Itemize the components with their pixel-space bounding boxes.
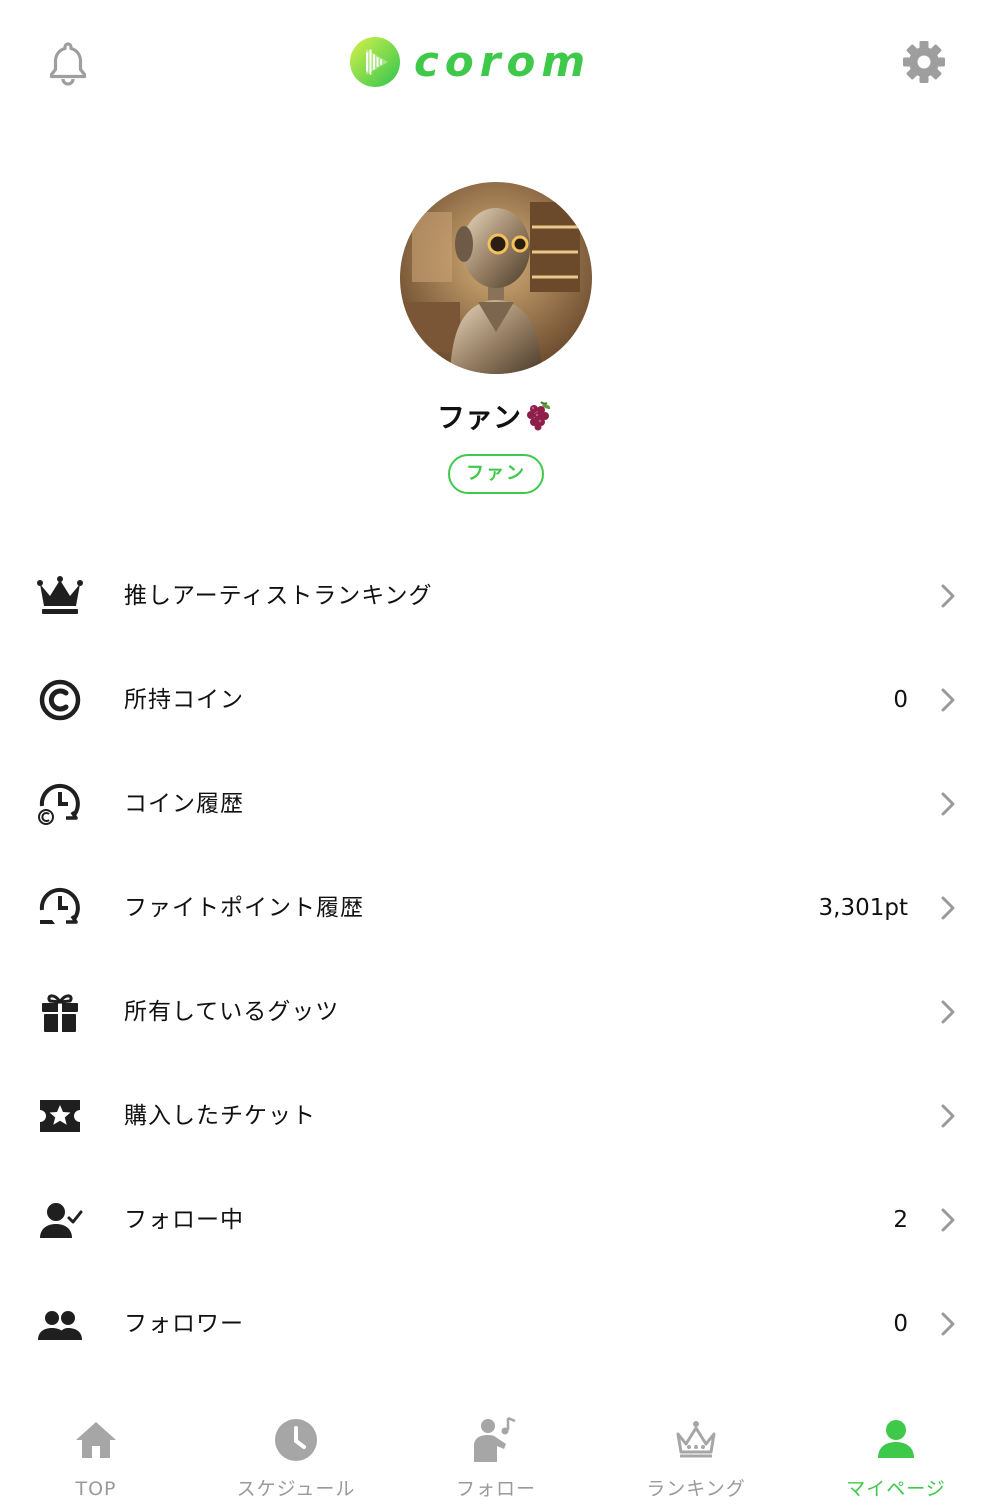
chevron-right-icon: [941, 1312, 955, 1336]
chevron-right-icon: [941, 896, 955, 920]
logo-text: corom: [414, 37, 592, 86]
menu-item-artist-ranking[interactable]: 推しアーティストランキング: [0, 544, 992, 648]
coin-icon: [36, 678, 84, 722]
chevron-right-icon: [941, 688, 955, 712]
app-logo[interactable]: corom: [350, 36, 591, 88]
gift-icon: [36, 990, 84, 1034]
gear-icon[interactable]: [900, 38, 948, 86]
tab-mypage[interactable]: マイページ: [796, 1398, 992, 1504]
tab-label: TOP: [75, 1478, 117, 1500]
tab-top[interactable]: TOP: [0, 1398, 196, 1504]
menu-item-label: フォロワー: [124, 1311, 244, 1337]
menu-item-point-history[interactable]: ファイトポイント履歴 3,301pt: [0, 856, 992, 960]
point-history-icon: [36, 886, 84, 930]
person-check-icon: [36, 1198, 84, 1242]
tab-label: ランキング: [646, 1478, 746, 1500]
mypage-menu: 推しアーティストランキング 所持コイン 0 コイン履歴 ファイトポイント履歴 3…: [0, 544, 992, 1376]
menu-item-label: 推しアーティストランキング: [124, 583, 433, 609]
menu-item-label: コイン履歴: [124, 791, 244, 817]
chevron-right-icon: [941, 1104, 955, 1128]
logo-mark-icon: [350, 37, 400, 87]
menu-item-followers[interactable]: フォロワー 0: [0, 1272, 992, 1376]
crown-ranking-icon: [676, 1421, 716, 1458]
group-icon: [36, 1302, 84, 1346]
menu-item-label: フォロー中: [124, 1207, 244, 1233]
menu-item-value: 3,301pt: [818, 895, 908, 921]
menu-item-value: 0: [893, 1311, 908, 1337]
coin-history-icon: [36, 782, 84, 826]
menu-item-value: 0: [893, 687, 908, 713]
chevron-right-icon: [941, 1208, 955, 1232]
menu-item-value: 2: [893, 1207, 908, 1233]
tab-label: マイページ: [846, 1478, 946, 1500]
menu-item-label: 所持コイン: [124, 687, 244, 713]
chevron-right-icon: [941, 792, 955, 816]
bell-icon[interactable]: [46, 38, 90, 86]
bottom-tab-bar: TOP スケジュール フォロー ランキング マイページ: [0, 1398, 992, 1504]
avatar[interactable]: [400, 182, 592, 374]
tab-schedule[interactable]: スケジュール: [196, 1398, 396, 1504]
menu-item-label: ファイトポイント履歴: [124, 895, 364, 921]
menu-item-following[interactable]: フォロー中 2: [0, 1168, 992, 1272]
ticket-icon: [36, 1094, 84, 1138]
grape-icon: [523, 399, 555, 431]
tab-label: スケジュール: [236, 1478, 356, 1500]
person-icon: [878, 1420, 914, 1458]
tab-label: フォロー: [455, 1478, 536, 1500]
chevron-right-icon: [941, 584, 955, 608]
profile-name: ファン: [0, 398, 992, 438]
clock-icon: [275, 1419, 317, 1461]
follow-music-icon: [474, 1416, 516, 1462]
crown-icon: [36, 574, 84, 618]
chevron-right-icon: [941, 1000, 955, 1024]
menu-item-coins[interactable]: 所持コイン 0: [0, 648, 992, 752]
role-badge: ファン: [448, 454, 544, 494]
tab-ranking[interactable]: ランキング: [596, 1398, 796, 1504]
menu-item-tickets[interactable]: 購入したチケット: [0, 1064, 992, 1168]
app-header: corom: [0, 0, 992, 125]
menu-item-coin-history[interactable]: コイン履歴: [0, 752, 992, 856]
home-icon: [76, 1422, 116, 1458]
profile-name-text: ファン: [436, 401, 521, 434]
menu-item-label: 所有しているグッツ: [124, 999, 340, 1025]
menu-item-goods[interactable]: 所有しているグッツ: [0, 960, 992, 1064]
menu-item-label: 購入したチケット: [124, 1103, 316, 1129]
tab-follow[interactable]: フォロー: [396, 1398, 596, 1504]
